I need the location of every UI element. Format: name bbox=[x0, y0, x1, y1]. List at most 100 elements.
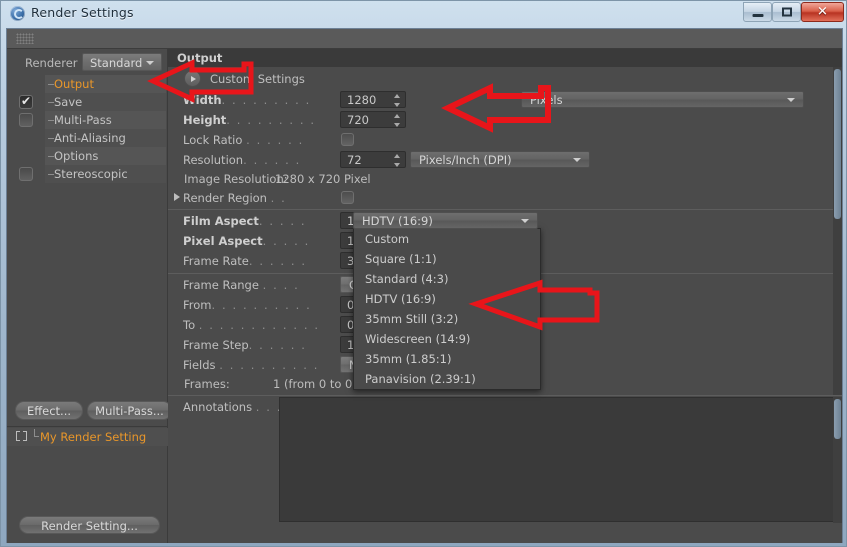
film-aspect-preset-value: HDTV (16:9) bbox=[362, 214, 433, 228]
option-label: 35mm Still (3:2) bbox=[365, 312, 459, 326]
render-preset-row[interactable]: My Render Setting bbox=[7, 428, 168, 446]
window-frame: Render Settings ✕ Renderer Standard Outp… bbox=[0, 0, 847, 547]
width-label: Width. . . . . . . . . bbox=[183, 93, 311, 107]
sidebar-item-multi-pass[interactable]: Multi-Pass bbox=[7, 111, 168, 129]
dropdown-option-custom[interactable]: Custom bbox=[354, 229, 540, 249]
sidebar-item-save[interactable]: Save bbox=[7, 93, 168, 111]
chevron-down-icon bbox=[573, 158, 581, 162]
multi-pass-checkbox[interactable] bbox=[19, 113, 33, 127]
sidebar-button-row: Effect... Multi-Pass... bbox=[15, 401, 172, 421]
multi-pass-button[interactable]: Multi-Pass... bbox=[87, 401, 172, 420]
restore-icon bbox=[781, 7, 792, 17]
dropdown-option-35mm[interactable]: 35mm (1.85:1) bbox=[354, 349, 540, 369]
sidebar-item-label: Output bbox=[54, 77, 94, 91]
to-label: To . . . . . . . . . . . . bbox=[183, 318, 320, 332]
stereoscopic-checkbox[interactable] bbox=[19, 167, 33, 181]
renderer-value: Standard bbox=[90, 56, 143, 70]
save-checkbox[interactable] bbox=[19, 94, 33, 109]
render-settings-window: Render Settings ✕ Renderer Standard Outp… bbox=[0, 0, 847, 547]
effect-button[interactable]: Effect... bbox=[15, 401, 83, 420]
panel-toolbar bbox=[7, 29, 842, 49]
frame-range-label: Frame Range . . . . bbox=[183, 278, 300, 292]
height-value: 720 bbox=[347, 113, 369, 127]
sidebar-item-options[interactable]: Options bbox=[7, 147, 168, 165]
dropdown-option-panavision[interactable]: Panavision (2.39:1) bbox=[354, 369, 540, 389]
window-controls: ✕ bbox=[743, 2, 844, 23]
minimize-icon bbox=[752, 14, 763, 18]
height-label: Height. . . . . . . . . bbox=[183, 113, 316, 127]
option-label: Custom bbox=[365, 232, 410, 246]
frames-value: 1 (from 0 to 0) bbox=[273, 377, 357, 391]
close-button[interactable]: ✕ bbox=[801, 2, 844, 22]
stepper-icon[interactable] bbox=[394, 154, 401, 167]
film-aspect-row: Film Aspect. . . . . 1.778 HDTV (16:9) bbox=[168, 211, 842, 231]
chevron-down-icon bbox=[521, 219, 529, 223]
annotations-label: Annotations . . . . bbox=[183, 400, 293, 414]
frames-label: Frames: bbox=[184, 377, 230, 391]
option-label: Panavision (2.39:1) bbox=[365, 372, 476, 386]
dropdown-option-hdtv[interactable]: HDTV (16:9) bbox=[354, 289, 540, 309]
width-value: 1280 bbox=[347, 93, 377, 107]
lock-ratio-toggle[interactable] bbox=[341, 133, 354, 146]
renderer-label: Renderer bbox=[25, 56, 78, 70]
sidebar-item-output[interactable]: Output bbox=[7, 75, 168, 93]
minimize-button[interactable] bbox=[743, 2, 772, 22]
scrollbar-thumb[interactable] bbox=[834, 399, 841, 439]
resolution-input[interactable]: 72 bbox=[340, 151, 406, 168]
output-settings-panel: Output Custom Settings Width. . . . . . … bbox=[168, 49, 842, 543]
stepper-icon[interactable] bbox=[394, 114, 401, 127]
title-bar: Render Settings ✕ bbox=[1, 1, 847, 26]
annotations-textarea[interactable] bbox=[279, 397, 839, 522]
option-label: HDTV (16:9) bbox=[365, 292, 436, 306]
window-title: Render Settings bbox=[31, 5, 134, 20]
option-label: 35mm (1.85:1) bbox=[365, 352, 452, 366]
render-region-row: Render Region . . bbox=[168, 188, 842, 208]
render-preset-label: My Render Setting bbox=[40, 430, 147, 444]
option-label: Square (1:1) bbox=[365, 252, 437, 266]
chevron-right-icon[interactable] bbox=[174, 193, 180, 201]
maximize-button[interactable] bbox=[772, 2, 801, 22]
render-setting-button[interactable]: Render Setting... bbox=[19, 516, 160, 534]
output-section-header: Output bbox=[168, 49, 842, 67]
resolution-row: Resolution. . . . . . 72 Pixels/Inch (DP… bbox=[168, 150, 842, 170]
renderer-dropdown[interactable]: Standard bbox=[82, 53, 162, 71]
custom-settings-label: Custom Settings bbox=[210, 72, 305, 86]
lock-ratio-label: Lock Ratio . . . . . . bbox=[183, 133, 304, 147]
render-setting-button-label: Render Setting... bbox=[41, 519, 138, 533]
film-aspect-dropdown-popup: Custom Square (1:1) Standard (4:3) HDTV … bbox=[353, 228, 541, 390]
stepper-icon[interactable] bbox=[394, 94, 401, 107]
settings-sidebar: Renderer Standard Output ✔ Save Multi-Pa… bbox=[7, 49, 172, 543]
custom-settings-expand-button[interactable] bbox=[184, 70, 201, 87]
width-unit-combo[interactable]: Pixels bbox=[521, 91, 804, 108]
dropdown-option-square[interactable]: Square (1:1) bbox=[354, 249, 540, 269]
dropdown-option-35mm-still[interactable]: 35mm Still (3:2) bbox=[354, 309, 540, 329]
render-region-label: Render Region . . bbox=[183, 191, 287, 205]
section-divider bbox=[168, 395, 842, 396]
sidebar-item-stereoscopic[interactable]: Stereoscopic bbox=[7, 165, 168, 183]
multi-pass-button-label: Multi-Pass... bbox=[95, 404, 164, 418]
image-resolution-label: Image Resolution: bbox=[184, 172, 288, 186]
dropdown-option-standard[interactable]: Standard (4:3) bbox=[354, 269, 540, 289]
drag-handle-icon[interactable] bbox=[16, 33, 34, 44]
from-label: From. . . . . . . . . . bbox=[183, 298, 312, 312]
height-input[interactable]: 720 bbox=[340, 111, 406, 128]
image-resolution-row: Image Resolution: 1280 x 720 Pixel bbox=[168, 170, 842, 188]
scrollbar-thumb[interactable] bbox=[834, 69, 841, 219]
dropdown-option-widescreen[interactable]: Widescreen (14:9) bbox=[354, 329, 540, 349]
sidebar-item-label: Anti-Aliasing bbox=[54, 131, 126, 145]
render-target-icon bbox=[16, 431, 27, 442]
render-region-toggle[interactable] bbox=[341, 191, 354, 204]
sidebar-item-label: Save bbox=[54, 95, 83, 109]
resolution-label: Resolution. . . . . . bbox=[183, 153, 301, 167]
sidebar-item-anti-aliasing[interactable]: Anti-Aliasing bbox=[7, 129, 168, 147]
renderer-row: Renderer Standard bbox=[7, 52, 168, 74]
pixel-aspect-label: Pixel Aspect. . . . . bbox=[183, 234, 310, 248]
film-aspect-preset-combo[interactable]: HDTV (16:9) bbox=[353, 212, 538, 229]
section-divider bbox=[168, 209, 842, 210]
width-input[interactable]: 1280 bbox=[340, 91, 406, 108]
window-client-area: Renderer Standard Output ✔ Save Multi-Pa… bbox=[6, 28, 843, 543]
resolution-unit-combo[interactable]: Pixels/Inch (DPI) bbox=[410, 151, 590, 168]
option-label: Standard (4:3) bbox=[365, 272, 449, 286]
panel-scrollbar-lower[interactable] bbox=[833, 397, 842, 523]
panel-scrollbar-upper[interactable] bbox=[833, 67, 842, 395]
